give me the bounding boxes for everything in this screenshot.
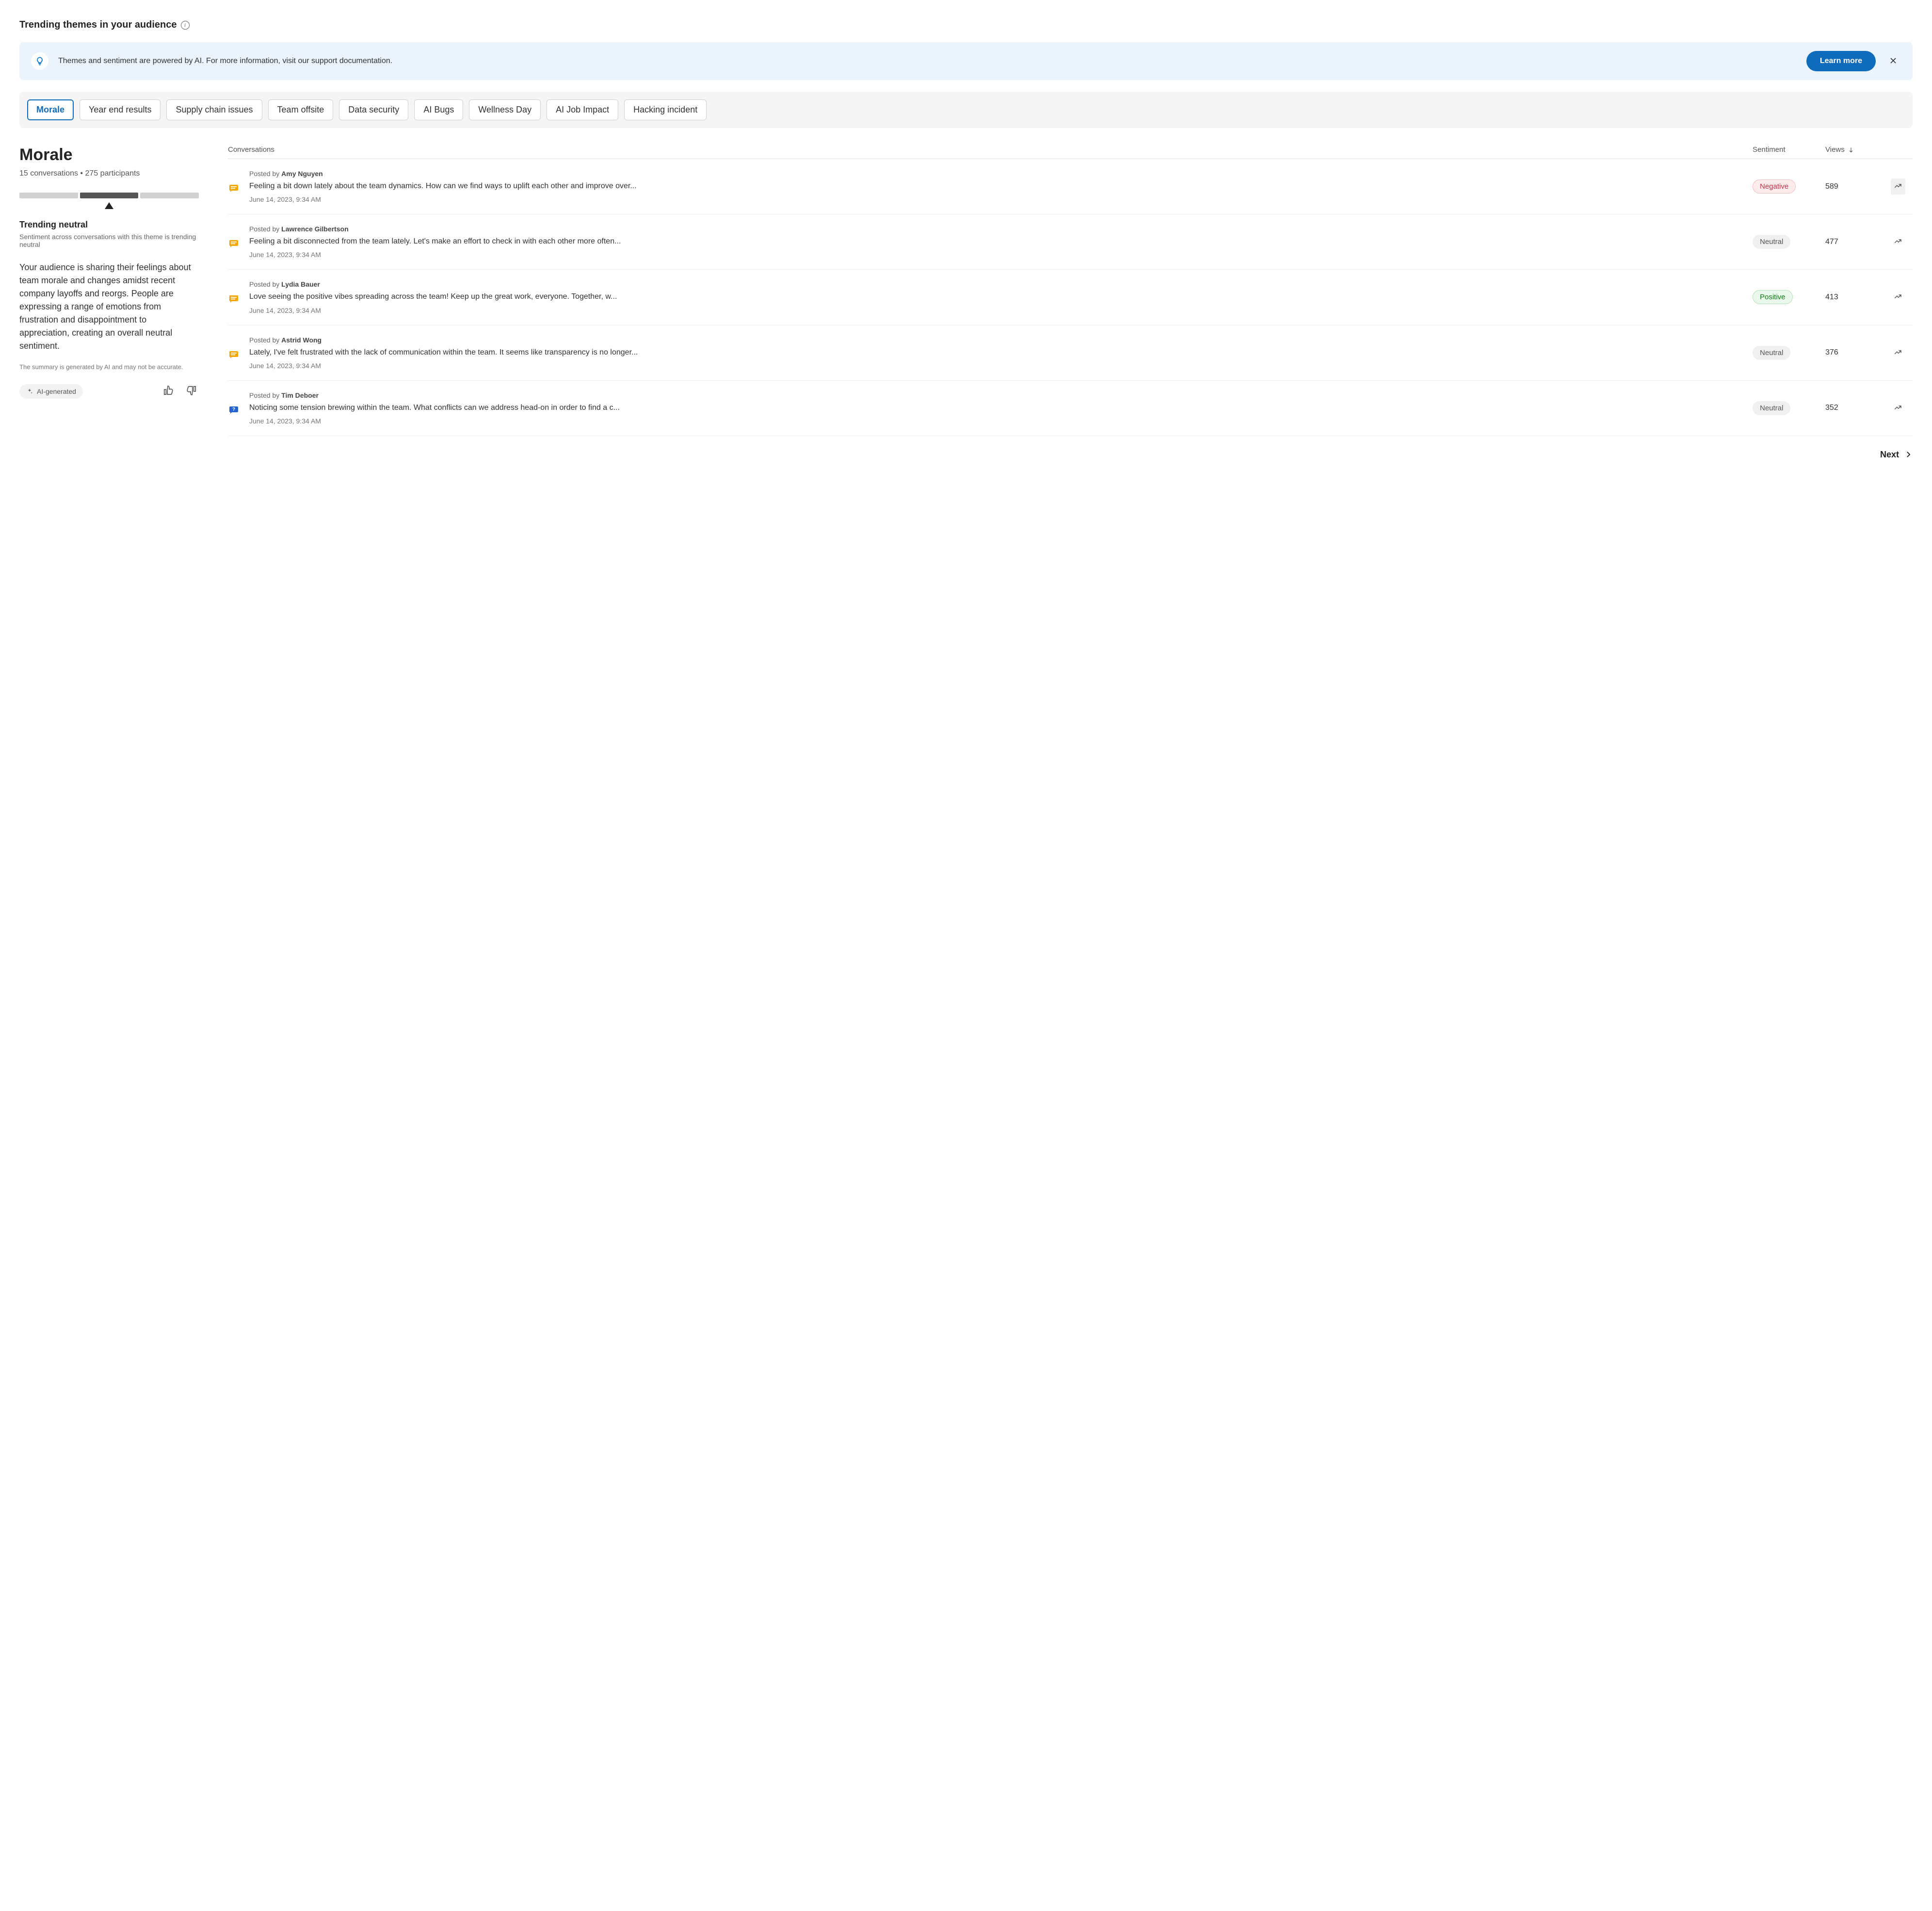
col-header-conversations[interactable]: Conversations <box>228 146 1753 154</box>
views-count: 413 <box>1825 293 1884 302</box>
conversation-timestamp: June 14, 2023, 9:34 AM <box>249 362 1741 370</box>
open-trend-button[interactable] <box>1891 289 1905 305</box>
sentiment-badge: Negative <box>1753 179 1796 194</box>
views-count: 477 <box>1825 238 1884 246</box>
conversation-snippet: Feeling a bit down lately about the team… <box>249 180 1741 192</box>
conversations-table: Conversations Sentiment Views Posted by … <box>228 146 1913 460</box>
summary-disclaimer: The summary is generated by AI and may n… <box>19 363 199 371</box>
next-page-button[interactable]: Next <box>1880 450 1913 460</box>
sentiment-segment-positive <box>140 193 199 198</box>
views-count: 352 <box>1825 404 1884 412</box>
ai-badge-label: AI-generated <box>37 388 76 395</box>
theme-summary-panel: Morale 15 conversations • 275 participan… <box>19 146 199 399</box>
thumbs-down-button[interactable] <box>184 383 199 399</box>
close-banner-button[interactable] <box>1885 53 1901 70</box>
sentiment-badge: Neutral <box>1753 401 1790 415</box>
chat-post-icon <box>228 182 242 196</box>
col-header-sentiment[interactable]: Sentiment <box>1753 146 1825 154</box>
sentiment-badge: Positive <box>1753 290 1793 304</box>
question-post-icon: ? <box>228 404 242 418</box>
theme-pill-hacking-incident[interactable]: Hacking incident <box>624 99 707 120</box>
conversation-snippet: Love seeing the positive vibes spreading… <box>249 291 1741 302</box>
page-title: Trending themes in your audience <box>19 19 177 31</box>
theme-pill-ai-job-impact[interactable]: AI Job Impact <box>547 99 618 120</box>
theme-pill-year-end-results[interactable]: Year end results <box>80 99 161 120</box>
sparkle-icon <box>26 388 33 395</box>
posted-by: Posted by Lydia Bauer <box>249 280 1741 288</box>
sentiment-bar <box>19 193 199 209</box>
table-row[interactable]: Posted by Amy Nguyen Feeling a bit down l… <box>228 159 1913 214</box>
table-row[interactable]: Posted by Lawrence Gilbertson Feeling a b… <box>228 214 1913 270</box>
selected-theme-name: Morale <box>19 146 199 164</box>
learn-more-button[interactable]: Learn more <box>1806 51 1876 71</box>
open-trend-button[interactable] <box>1891 178 1905 194</box>
thumbs-up-icon <box>163 385 174 396</box>
theme-pill-morale[interactable]: Morale <box>27 99 74 120</box>
col-header-views-label: Views <box>1825 146 1845 154</box>
table-row[interactable]: Posted by Lydia Bauer Love seeing the pos… <box>228 270 1913 325</box>
posted-by: Posted by Astrid Wong <box>249 336 1741 344</box>
views-count: 376 <box>1825 348 1884 357</box>
conversation-timestamp: June 14, 2023, 9:34 AM <box>249 195 1741 203</box>
ai-banner-icon-wrap <box>31 52 48 70</box>
info-icon[interactable]: i <box>181 21 190 30</box>
close-icon <box>1888 56 1898 65</box>
posted-by: Posted by Tim Deboer <box>249 391 1741 399</box>
views-count: 589 <box>1825 182 1884 191</box>
thumbs-down-icon <box>186 385 197 396</box>
sentiment-badge: Neutral <box>1753 346 1790 360</box>
table-row[interactable]: Posted by Astrid Wong Lately, I've felt f… <box>228 325 1913 381</box>
sentiment-segment-negative <box>19 193 78 198</box>
themes-bar: Morale Year end resultsSupply chain issue… <box>19 92 1913 128</box>
sentiment-badge: Neutral <box>1753 235 1790 249</box>
ai-generated-badge: AI-generated <box>19 384 83 399</box>
next-label: Next <box>1880 450 1899 460</box>
col-header-views[interactable]: Views <box>1825 146 1884 154</box>
table-row[interactable]: ? Posted by Tim Deboer Noticing some tensi… <box>228 381 1913 436</box>
author-name: Lawrence Gilbertson <box>281 225 348 233</box>
open-trend-button[interactable] <box>1891 400 1905 416</box>
conversation-timestamp: June 14, 2023, 9:34 AM <box>249 307 1741 314</box>
theme-pill-data-security[interactable]: Data security <box>339 99 408 120</box>
sentiment-segment-neutral <box>80 193 139 198</box>
open-trend-button[interactable] <box>1891 234 1905 250</box>
sentiment-marker-icon <box>105 202 113 209</box>
author-name: Lydia Bauer <box>281 280 320 288</box>
posted-by: Posted by Lawrence Gilbertson <box>249 225 1741 233</box>
ai-banner-text: Themes and sentiment are powered by AI. … <box>58 57 1797 65</box>
trending-label: Trending neutral <box>19 220 199 230</box>
chat-post-icon <box>228 349 242 363</box>
chevron-right-icon <box>1904 450 1913 459</box>
selected-theme-stats: 15 conversations • 275 participants <box>19 169 199 178</box>
open-trend-button[interactable] <box>1891 345 1905 361</box>
conversation-snippet: Lately, I've felt frustrated with the la… <box>249 347 1741 358</box>
lightbulb-icon <box>35 56 45 66</box>
author-name: Tim Deboer <box>281 391 319 399</box>
theme-pill-ai-bugs[interactable]: AI Bugs <box>414 99 463 120</box>
trending-subtext: Sentiment across conversations with this… <box>19 233 199 248</box>
table-header: Conversations Sentiment Views <box>228 146 1913 159</box>
theme-pill-supply-chain-issues[interactable]: Supply chain issues <box>166 99 262 120</box>
svg-text:?: ? <box>232 407 235 412</box>
posted-by: Posted by Amy Nguyen <box>249 170 1741 178</box>
ai-banner: Themes and sentiment are powered by AI. … <box>19 42 1913 80</box>
conversation-timestamp: June 14, 2023, 9:34 AM <box>249 417 1741 425</box>
author-name: Astrid Wong <box>281 336 322 344</box>
theme-pill-wellness-day[interactable]: Wellness Day <box>469 99 541 120</box>
theme-pill-team-offsite[interactable]: Team offsite <box>268 99 334 120</box>
conversation-snippet: Feeling a bit disconnected from the team… <box>249 236 1741 247</box>
author-name: Amy Nguyen <box>281 170 323 178</box>
sort-descending-icon <box>1848 146 1854 153</box>
summary-body: Your audience is sharing their feelings … <box>19 261 199 353</box>
chat-post-icon <box>228 293 242 307</box>
chat-post-icon <box>228 238 242 252</box>
thumbs-up-button[interactable] <box>161 383 176 399</box>
conversation-snippet: Noticing some tension brewing within the… <box>249 402 1741 413</box>
conversation-timestamp: June 14, 2023, 9:34 AM <box>249 251 1741 259</box>
